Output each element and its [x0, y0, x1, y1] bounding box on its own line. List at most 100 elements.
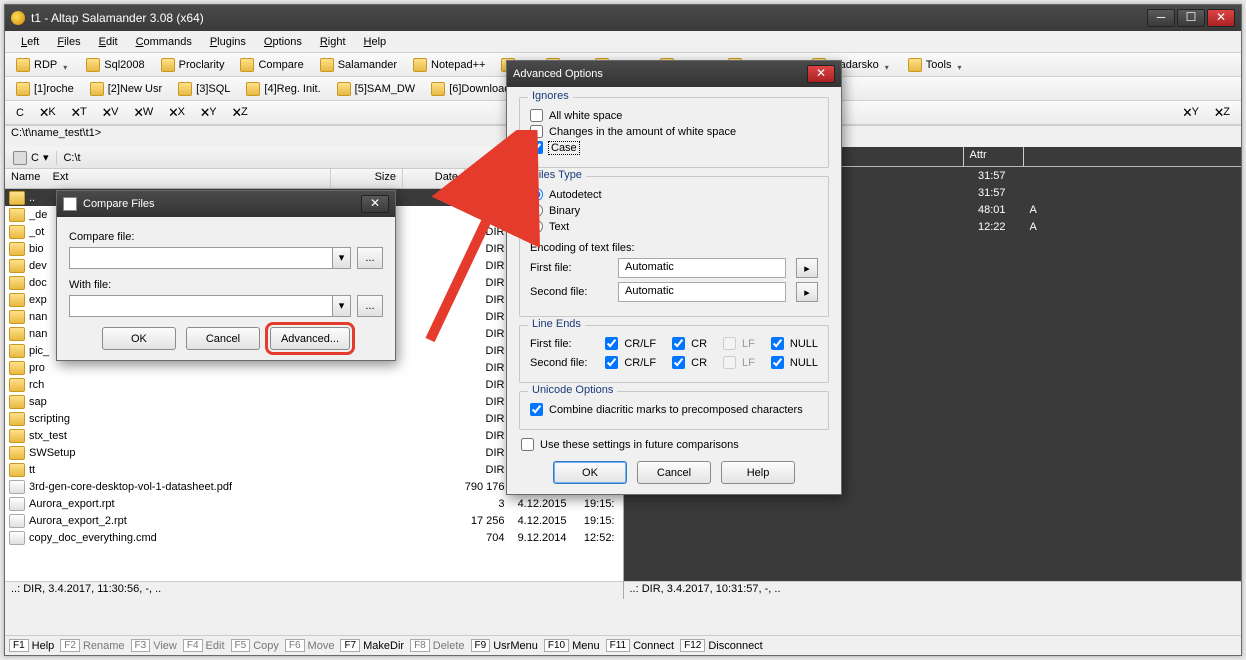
with-file-input[interactable] — [69, 295, 333, 317]
toolbar--3-sql[interactable]: [3]SQL — [171, 79, 237, 99]
drv-v-icon[interactable]: 🗙V — [96, 101, 126, 125]
encoding-second-button[interactable]: ▸ — [796, 282, 818, 302]
file-icon — [9, 497, 25, 511]
fkey-menu[interactable]: F10Menu — [544, 639, 600, 652]
menu-edit[interactable]: Edit — [91, 34, 126, 50]
folder-icon — [908, 58, 922, 72]
with-file-dropdown[interactable]: ▾ — [333, 295, 351, 317]
toolbar--2-new-usr[interactable]: [2]New Usr — [83, 79, 169, 99]
le1-null-checkbox[interactable] — [771, 337, 784, 350]
folder-icon — [9, 361, 25, 375]
files-type-group: Files Type Autodetect Binary Text Encodi… — [519, 176, 829, 317]
le2-crlf-checkbox[interactable] — [605, 356, 618, 369]
unicode-group: Unicode Options Combine diacritic marks … — [519, 391, 829, 430]
menu-files[interactable]: Files — [49, 34, 88, 50]
combine-diacritic-checkbox[interactable] — [530, 403, 543, 416]
menu-right[interactable]: Right — [312, 34, 354, 50]
toolbar-proclarity[interactable]: Proclarity — [154, 55, 232, 75]
folder-icon — [9, 429, 25, 443]
toolbar-tools[interactable]: Tools — [901, 55, 972, 75]
path-box[interactable]: C:\t — [57, 152, 554, 164]
toolbar-compare[interactable]: Compare — [233, 55, 310, 75]
toolbar--1-roche[interactable]: [1]roche — [9, 79, 81, 99]
maximize-button[interactable]: ☐ — [1177, 9, 1205, 27]
folder-icon — [9, 259, 25, 273]
window-title: t1 - Altap Salamander 3.08 (x64) — [31, 11, 1147, 25]
drv-c-icon[interactable]: C — [9, 104, 31, 122]
toolbar-salamander[interactable]: Salamander — [313, 55, 404, 75]
compare-file-browse[interactable]: ... — [357, 247, 383, 269]
compare-file-dropdown[interactable]: ▾ — [333, 247, 351, 269]
fkey-disconnect[interactable]: F12Disconnect — [680, 639, 763, 652]
app-icon — [11, 11, 25, 25]
drv-y-icon[interactable]: 🗙Y — [194, 101, 224, 125]
compare-cancel-button[interactable]: Cancel — [186, 327, 260, 350]
fkey-rename: F2Rename — [60, 639, 124, 652]
with-file-label: With file: — [69, 279, 383, 291]
fkey-edit: F4Edit — [183, 639, 225, 652]
folder-icon — [9, 344, 25, 358]
folder-icon — [413, 58, 427, 72]
list-item[interactable]: Aurora_export_2.rpt17 2564.12.201519:15: — [5, 512, 623, 529]
fkey-move: F6Move — [285, 639, 335, 652]
folder-icon — [9, 225, 25, 239]
drv-w-icon[interactable]: 🗙W — [127, 101, 160, 125]
filetype-text-radio[interactable] — [530, 220, 543, 233]
toolbar--4-reg-init-[interactable]: [4]Reg. Init. — [239, 79, 327, 99]
ignore-whitespace-checkbox[interactable] — [530, 109, 543, 122]
ignore-amount-checkbox[interactable] — [530, 125, 543, 138]
filetype-binary-radio[interactable] — [530, 204, 543, 217]
compare-advanced-button[interactable]: Advanced... — [270, 327, 350, 350]
drv-x-icon[interactable]: 🗙X — [162, 101, 192, 125]
le2-null-checkbox[interactable] — [771, 356, 784, 369]
fkey-connect[interactable]: F11Connect — [606, 639, 674, 652]
advanced-ok-button[interactable]: OK — [553, 461, 627, 484]
list-item[interactable]: Aurora_export.rpt34.12.201519:15: — [5, 495, 623, 512]
status-left: ..: DIR, 3.4.2017, 11:30:56, -, .. — [5, 581, 623, 599]
compare-files-dialog: Compare Files ✕ Compare file: ▾ ... With… — [56, 190, 396, 361]
toolbar-notepad-[interactable]: Notepad++ — [406, 55, 492, 75]
drive-button[interactable]: C ▾ — [5, 151, 57, 165]
folder-icon — [337, 82, 351, 96]
fkey-usrmenu[interactable]: F9UsrMenu — [471, 639, 538, 652]
toolbar-sql2008[interactable]: Sql2008 — [79, 55, 151, 75]
chevron-down-icon: ▾ — [43, 151, 49, 164]
with-file-browse[interactable]: ... — [357, 295, 383, 317]
filetype-auto-radio[interactable] — [530, 188, 543, 201]
drv-z-icon[interactable]: 🗙Z — [226, 101, 255, 125]
toolbar--6-download[interactable]: [6]Download — [424, 79, 517, 99]
drv-t-icon[interactable]: 🗙T — [65, 101, 94, 125]
advanced-help-button[interactable]: Help — [721, 461, 795, 484]
advanced-close-button[interactable]: ✕ — [807, 65, 835, 83]
encoding-first-button[interactable]: ▸ — [796, 258, 818, 278]
close-button[interactable]: ✕ — [1207, 9, 1235, 27]
advanced-cancel-button[interactable]: Cancel — [637, 461, 711, 484]
compare-dialog-title: Compare Files — [83, 198, 361, 210]
future-settings-checkbox[interactable] — [521, 438, 534, 451]
menu-commands[interactable]: Commands — [128, 34, 200, 50]
fkey-help[interactable]: F1Help — [9, 639, 54, 652]
drv-k-icon[interactable]: 🗙K — [33, 101, 63, 125]
le1-cr-checkbox[interactable] — [672, 337, 685, 350]
menu-left[interactable]: Left — [13, 34, 47, 50]
compare-close-button[interactable]: ✕ — [361, 195, 389, 213]
toolbar--5-sam_dw[interactable]: [5]SAM_DW — [330, 79, 423, 99]
minimize-button[interactable]: ─ — [1147, 9, 1175, 27]
folder-icon — [9, 327, 25, 341]
toolbar-rdp[interactable]: RDP — [9, 55, 77, 75]
compare-file-input[interactable] — [69, 247, 333, 269]
le1-crlf-checkbox[interactable] — [605, 337, 618, 350]
list-item[interactable]: copy_doc_everything.cmd7049.12.201412:52… — [5, 529, 623, 546]
menu-options[interactable]: Options — [256, 34, 310, 50]
le2-cr-checkbox[interactable] — [672, 356, 685, 369]
folder-icon — [431, 82, 445, 96]
compare-ok-button[interactable]: OK — [102, 327, 176, 350]
drv-z2-icon[interactable]: 🗙Z — [1208, 101, 1237, 125]
ignore-case-checkbox[interactable] — [530, 141, 543, 154]
menu-plugins[interactable]: Plugins — [202, 34, 254, 50]
fkey-makedir[interactable]: F7MakeDir — [340, 639, 404, 652]
fkey-delete: F8Delete — [410, 639, 464, 652]
drv-y2-icon[interactable]: 🗙Y — [1176, 101, 1206, 125]
chevron-down-icon — [63, 61, 70, 68]
menu-help[interactable]: Help — [356, 34, 395, 50]
